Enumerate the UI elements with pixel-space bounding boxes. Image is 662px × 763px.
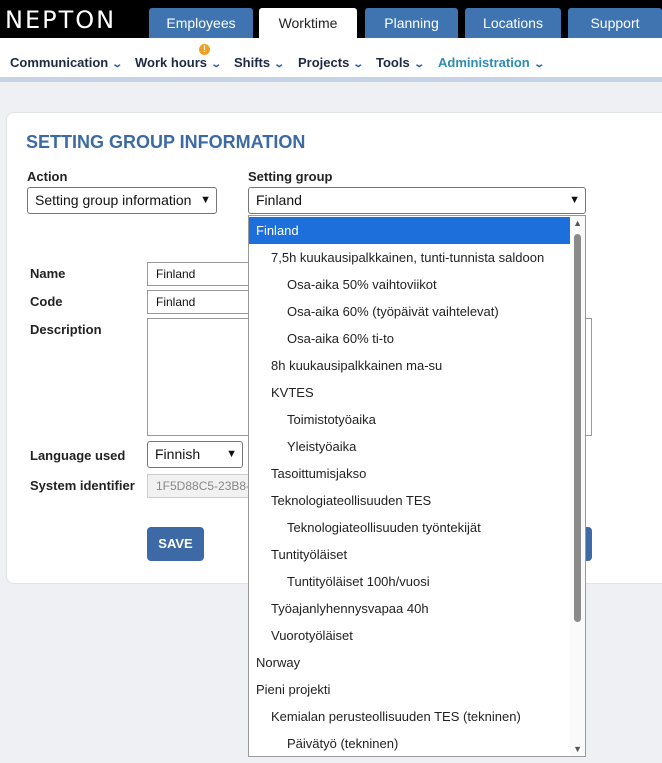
dropdown-option[interactable]: Yleistyöaika xyxy=(249,433,571,460)
tab-employees[interactable]: Employees xyxy=(149,8,253,38)
tab-support[interactable]: Support xyxy=(568,8,662,38)
dropdown-option[interactable]: Päivätyö (tekninen) xyxy=(249,730,571,756)
nav-communication[interactable]: Communication ⌄ xyxy=(10,55,124,70)
name-field[interactable]: Finland xyxy=(147,262,257,286)
dropdown-option[interactable]: Vuorotyöläiset xyxy=(249,622,571,649)
nav-label: Administration xyxy=(438,55,530,70)
tab-worktime[interactable]: Worktime xyxy=(259,8,357,40)
system-identifier-field: 1F5D88C5-23B8- xyxy=(147,474,257,498)
nav-shifts[interactable]: Shifts ⌄ xyxy=(234,55,286,70)
brand-logo: NEPTON xyxy=(5,6,117,34)
dropdown-option[interactable]: 7,5h kuukausipalkkainen, tunti-tunnista … xyxy=(249,244,571,271)
chevron-down-icon: ⌄ xyxy=(111,59,124,70)
chevron-down-icon: ⌄ xyxy=(273,59,286,70)
chevron-down-icon: ⌄ xyxy=(533,59,545,70)
sub-navigation: Communication ⌄ Work hours ⌄ Shifts ⌄ Proje… xyxy=(0,38,662,82)
dropdown-option[interactable]: Tasoittumisjakso xyxy=(249,460,571,487)
scrollbar-thumb[interactable] xyxy=(574,234,581,622)
dropdown-option[interactable]: Tuntityöläiset xyxy=(249,541,571,568)
tab-locations[interactable]: Locations xyxy=(465,8,561,38)
dropdown-option[interactable]: Norway xyxy=(249,649,571,676)
chevron-down-icon: ⌄ xyxy=(210,59,223,70)
code-field[interactable]: Finland xyxy=(147,290,257,314)
nav-label: Projects xyxy=(298,55,350,70)
action-label: Action xyxy=(27,169,68,184)
tab-planning[interactable]: Planning xyxy=(365,8,458,38)
code-label: Code xyxy=(30,294,63,309)
dropdown-option[interactable]: Osa-aika 60% ti-to xyxy=(249,325,571,352)
language-select-value: Finnish xyxy=(155,446,201,462)
nav-label: Work hours xyxy=(135,55,207,70)
name-label: Name xyxy=(30,266,66,281)
dropdown-option[interactable]: Teknologiateollisuuden työntekijät xyxy=(249,514,571,541)
chevron-down-icon: ⌄ xyxy=(413,59,425,70)
setting-group-dropdown-list[interactable]: Finland 7,5h kuukausipalkkainen, tunti-t… xyxy=(248,215,586,757)
chevron-down-icon: ⌄ xyxy=(352,59,365,70)
notification-badge: ! xyxy=(199,44,210,55)
dropdown-option-selected[interactable]: Finland xyxy=(249,217,571,244)
dropdown-option[interactable]: Kemialan perusteollisuuden TES (tekninen… xyxy=(249,703,571,730)
dropdown-option[interactable]: Toimistotyöaika xyxy=(249,406,571,433)
action-select-value: Setting group information xyxy=(35,192,192,208)
scrollbar-track[interactable]: ▲ ▼ xyxy=(570,216,585,756)
chevron-down-icon: ▼ xyxy=(200,194,211,206)
chevron-down-icon: ▼ xyxy=(569,194,580,206)
dropdown-option[interactable]: KVTES xyxy=(249,379,571,406)
setting-group-label: Setting group xyxy=(248,169,333,184)
language-select[interactable]: Finnish ▼ xyxy=(147,441,243,468)
scroll-down-icon[interactable]: ▼ xyxy=(573,744,582,754)
description-label: Description xyxy=(30,322,102,337)
setting-group-select-value: Finland xyxy=(256,192,302,208)
nav-administration[interactable]: Administration ⌄ xyxy=(438,55,545,70)
nav-label: Communication xyxy=(10,55,109,70)
scroll-up-icon[interactable]: ▲ xyxy=(573,218,582,228)
nav-tools[interactable]: Tools ⌄ xyxy=(376,55,425,70)
setting-group-select[interactable]: Finland ▼ xyxy=(248,187,586,214)
language-label: Language used xyxy=(30,448,126,463)
system-identifier-label: System identifier xyxy=(30,478,135,493)
save-button[interactable]: SAVE xyxy=(147,527,204,561)
nav-label: Tools xyxy=(376,55,410,70)
chevron-down-icon: ▼ xyxy=(226,448,237,460)
nav-projects[interactable]: Projects ⌄ xyxy=(298,55,365,70)
action-select[interactable]: Setting group information ▼ xyxy=(27,187,217,214)
nav-work-hours[interactable]: Work hours ⌄ xyxy=(135,55,223,70)
dropdown-option[interactable]: 8h kuukausipalkkainen ma-su xyxy=(249,352,571,379)
dropdown-option[interactable]: Työajanlyhennysvapaa 40h xyxy=(249,595,571,622)
page-title: SETTING GROUP INFORMATION xyxy=(26,132,306,152)
dropdown-option[interactable]: Osa-aika 50% vaihtoviikot xyxy=(249,271,571,298)
nav-label: Shifts xyxy=(234,55,271,70)
dropdown-option[interactable]: Teknologiateollisuuden TES xyxy=(249,487,571,514)
dropdown-option[interactable]: Tuntityöläiset 100h/vuosi xyxy=(249,568,571,595)
dropdown-option[interactable]: Pieni projekti xyxy=(249,676,571,703)
dropdown-option[interactable]: Osa-aika 60% (työpäivät vaihtelevat) xyxy=(249,298,571,325)
